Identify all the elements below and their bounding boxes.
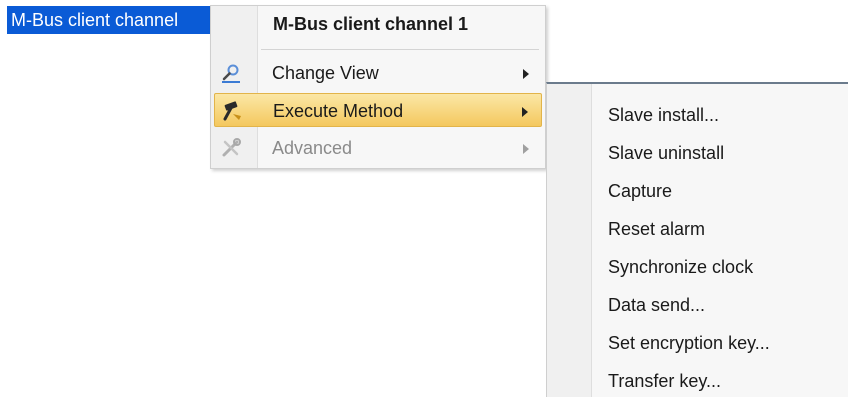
submenu-item-slave-uninstall[interactable]: Slave uninstall (608, 136, 724, 170)
context-menu-separator (261, 49, 539, 50)
menu-item-label: Advanced (272, 138, 353, 158)
menu-item-label: Change View (272, 63, 379, 83)
submenu-item-slave-install[interactable]: Slave install... (608, 98, 719, 132)
submenu-item-reset-alarm[interactable]: Reset alarm (608, 212, 705, 246)
submenu-item-set-encryption-key[interactable]: Set encryption key... (608, 326, 770, 360)
screen: M-Bus client channel M-Bus client channe… (0, 0, 848, 397)
submenu-item-data-send[interactable]: Data send... (608, 288, 705, 322)
submenu-icon-gutter (547, 84, 592, 397)
submenu-item-transfer-key[interactable]: Transfer key... (608, 364, 721, 397)
hammer-icon (221, 100, 243, 122)
submenu-arrow-icon (523, 69, 529, 79)
menu-item-label: Execute Method (273, 101, 404, 121)
tree-node-mbus-client-channel[interactable]: M-Bus client channel (7, 6, 214, 34)
magnifier-icon (220, 62, 242, 84)
tools-icon (220, 137, 242, 159)
submenu-arrow-icon (523, 144, 529, 154)
submenu-item-synchronize-clock[interactable]: Synchronize clock (608, 250, 753, 284)
context-menu: M-Bus client channel 1 Change View Execu… (210, 5, 546, 169)
menu-item-change-view[interactable]: Change View (214, 56, 542, 90)
submenu-arrow-icon (522, 107, 528, 117)
menu-item-advanced[interactable]: Advanced (214, 131, 542, 165)
submenu-item-capture[interactable]: Capture (608, 174, 672, 208)
execute-method-submenu: Slave install... Slave uninstall Capture… (546, 82, 848, 397)
menu-item-execute-method[interactable]: Execute Method (214, 93, 542, 127)
context-menu-header: M-Bus client channel 1 (273, 14, 469, 34)
